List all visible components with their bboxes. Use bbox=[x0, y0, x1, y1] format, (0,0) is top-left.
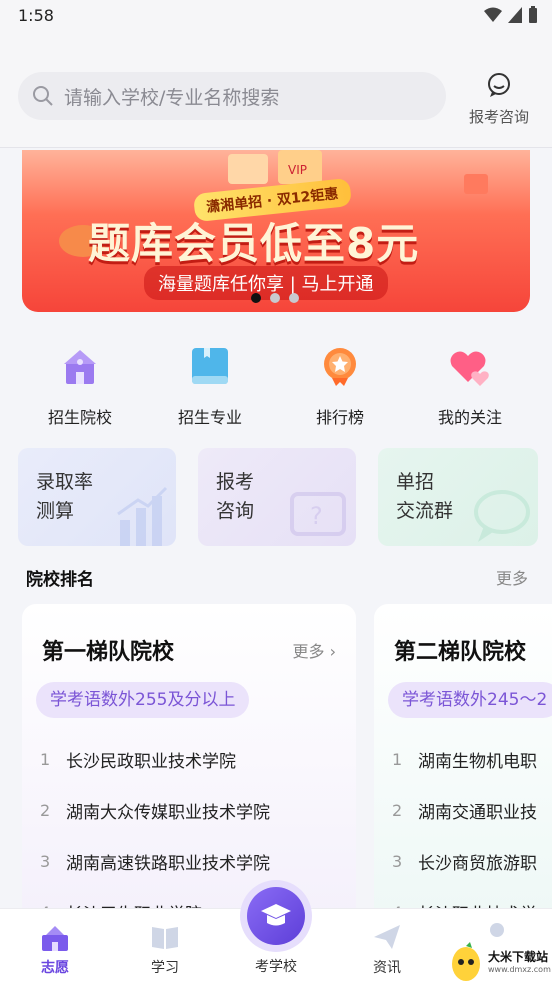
carousel-dot[interactable] bbox=[270, 293, 280, 303]
school-name: 长沙民政职业技术学院 bbox=[66, 752, 236, 772]
mascot-icon bbox=[452, 941, 480, 981]
school-name: 湖南交通职业技 bbox=[418, 803, 537, 823]
tab-news[interactable]: 资讯 bbox=[352, 921, 422, 977]
tier-more-link[interactable]: 更多 › bbox=[292, 638, 336, 662]
tab-label: 志愿 bbox=[41, 960, 69, 976]
status-bar: 1:58 bbox=[0, 0, 552, 34]
school-name: 湖南大众传媒职业技术学院 bbox=[66, 803, 270, 823]
tier-two-card[interactable]: 第二梯队院校 学考语数外245～2 1 湖南生物机电职 2 湖南交通职业技 3 长沙商… bbox=[374, 604, 552, 924]
tier-title: 第一梯队院校 bbox=[42, 640, 175, 665]
banner-headline: 题库会员低至8元 bbox=[88, 219, 420, 268]
signal-icon bbox=[508, 7, 522, 23]
ranking-more-link[interactable]: 更多 bbox=[496, 565, 528, 589]
chevron-right-icon: › bbox=[329, 642, 336, 661]
rank-number: 1 bbox=[392, 750, 403, 769]
castle-icon bbox=[42, 926, 68, 951]
chat-smile-icon bbox=[488, 73, 510, 97]
tier-title: 第二梯队院校 bbox=[394, 640, 527, 665]
search-icon bbox=[33, 86, 53, 106]
consult-button[interactable]: 报考咨询 bbox=[466, 72, 532, 127]
tab-label: 资讯 bbox=[373, 960, 401, 976]
score-criteria-pill: 学考语数外255及分以上 bbox=[36, 682, 250, 718]
search-bar[interactable]: 请输入学校/专业名称搜索 bbox=[18, 72, 446, 120]
nav-ranking[interactable]: 排行榜 bbox=[275, 342, 405, 428]
ranking-medal-icon bbox=[324, 348, 356, 386]
school-row[interactable]: 3 长沙商贸旅游职 bbox=[392, 836, 537, 887]
wifi-icon bbox=[484, 7, 502, 22]
school-row[interactable]: 1 长沙民政职业技术学院 bbox=[40, 734, 270, 785]
school-row[interactable]: 2 湖南大众传媒职业技术学院 bbox=[40, 785, 270, 836]
promo-banner[interactable]: VIP 潇湘单招 · 双12钜惠 题库会员低至8元 海量题库任你享 | 马上开通 bbox=[22, 150, 530, 312]
tab-volunteer[interactable]: 志愿 bbox=[20, 921, 90, 977]
consult-label: 报考咨询 bbox=[468, 108, 529, 126]
school-row[interactable]: 3 湖南高速铁路职业技术学院 bbox=[40, 836, 270, 887]
top-header: 请输入学校/专业名称搜索 报考咨询 bbox=[0, 34, 552, 148]
watermark-url: www.dmxz.com bbox=[488, 964, 551, 974]
quick-nav: 招生院校 招生专业 排行榜 我的关注 bbox=[0, 342, 552, 428]
paper-plane-icon bbox=[374, 925, 400, 949]
feature-cards: 录取率 测算 报考 咨询 ? 单招 交流群 bbox=[18, 448, 538, 546]
rank-number: 2 bbox=[40, 801, 51, 820]
graduation-cap-icon bbox=[261, 904, 291, 926]
open-book-icon bbox=[152, 927, 178, 949]
carousel-dot[interactable] bbox=[289, 293, 299, 303]
bar-chart-icon bbox=[117, 486, 168, 546]
school-name: 长沙商贸旅游职 bbox=[418, 854, 537, 874]
nav-label: 排行榜 bbox=[315, 408, 364, 427]
school-name: 湖南生物机电职 bbox=[418, 752, 537, 772]
rank-number: 3 bbox=[392, 852, 403, 871]
school-row[interactable]: 1 湖南生物机电职 bbox=[392, 734, 537, 785]
score-criteria-pill: 学考语数外245～2 bbox=[388, 682, 552, 718]
tier-one-card[interactable]: 第一梯队院校 更多 › 学考语数外255及分以上 1 长沙民政职业技术学院 2 湖南… bbox=[22, 604, 356, 924]
tier-more-label: 更多 bbox=[292, 642, 325, 661]
school-name: 湖南高速铁路职业技术学院 bbox=[66, 854, 270, 874]
nav-label: 招生院校 bbox=[47, 408, 112, 427]
hearts-icon bbox=[450, 351, 489, 386]
school-row[interactable]: 2 湖南交通职业技 bbox=[392, 785, 537, 836]
watermark-title: 大米下载站 bbox=[488, 949, 549, 964]
search-placeholder: 请输入学校/专业名称搜索 bbox=[64, 86, 280, 109]
system-icons bbox=[484, 6, 538, 24]
question-chat-icon: ? bbox=[290, 492, 346, 536]
clock: 1:58 bbox=[18, 6, 54, 25]
school-building-icon bbox=[64, 350, 96, 384]
admission-consult-card[interactable]: 报考 咨询 ? bbox=[198, 448, 356, 546]
book-icon bbox=[192, 348, 228, 384]
carousel-dots[interactable] bbox=[251, 293, 299, 303]
admission-rate-card[interactable]: 录取率 测算 bbox=[18, 448, 176, 546]
nav-label: 我的关注 bbox=[437, 408, 502, 427]
center-button-inner bbox=[247, 887, 305, 945]
rank-number: 1 bbox=[40, 750, 51, 769]
svg-text:?: ? bbox=[310, 502, 323, 530]
tab-study[interactable]: 学习 bbox=[130, 921, 200, 977]
rank-number: 3 bbox=[40, 852, 51, 871]
nav-admission-schools[interactable]: 招生院校 bbox=[15, 342, 145, 428]
envelope-icon bbox=[464, 174, 488, 194]
watermark-logo: 大米下载站 www.dmxz.com bbox=[448, 940, 552, 983]
exam-school-button[interactable] bbox=[240, 880, 312, 952]
nav-label: 招生专业 bbox=[177, 408, 242, 427]
chat-bubble-icon bbox=[474, 490, 530, 542]
nav-my-follow[interactable]: 我的关注 bbox=[405, 342, 535, 428]
nav-admission-majors[interactable]: 招生专业 bbox=[145, 342, 275, 428]
school-list: 1 长沙民政职业技术学院 2 湖南大众传媒职业技术学院 3 湖南高速铁路职业技术学院 … bbox=[40, 734, 270, 924]
section-title-ranking: 院校排名 bbox=[26, 570, 94, 590]
battery-icon bbox=[529, 6, 537, 23]
exchange-group-card[interactable]: 单招 交流群 bbox=[378, 448, 538, 546]
tab-label: 考学校 bbox=[255, 959, 297, 975]
carousel-dot[interactable] bbox=[251, 293, 261, 303]
school-list: 1湖南生物机电职 2湖南交通职业技 3长沙商贸旅游职 4长沙职业技术学 bbox=[392, 734, 537, 924]
tab-label: 学习 bbox=[151, 960, 179, 976]
rank-number: 2 bbox=[392, 801, 403, 820]
svg-text:VIP: VIP bbox=[288, 163, 307, 177]
